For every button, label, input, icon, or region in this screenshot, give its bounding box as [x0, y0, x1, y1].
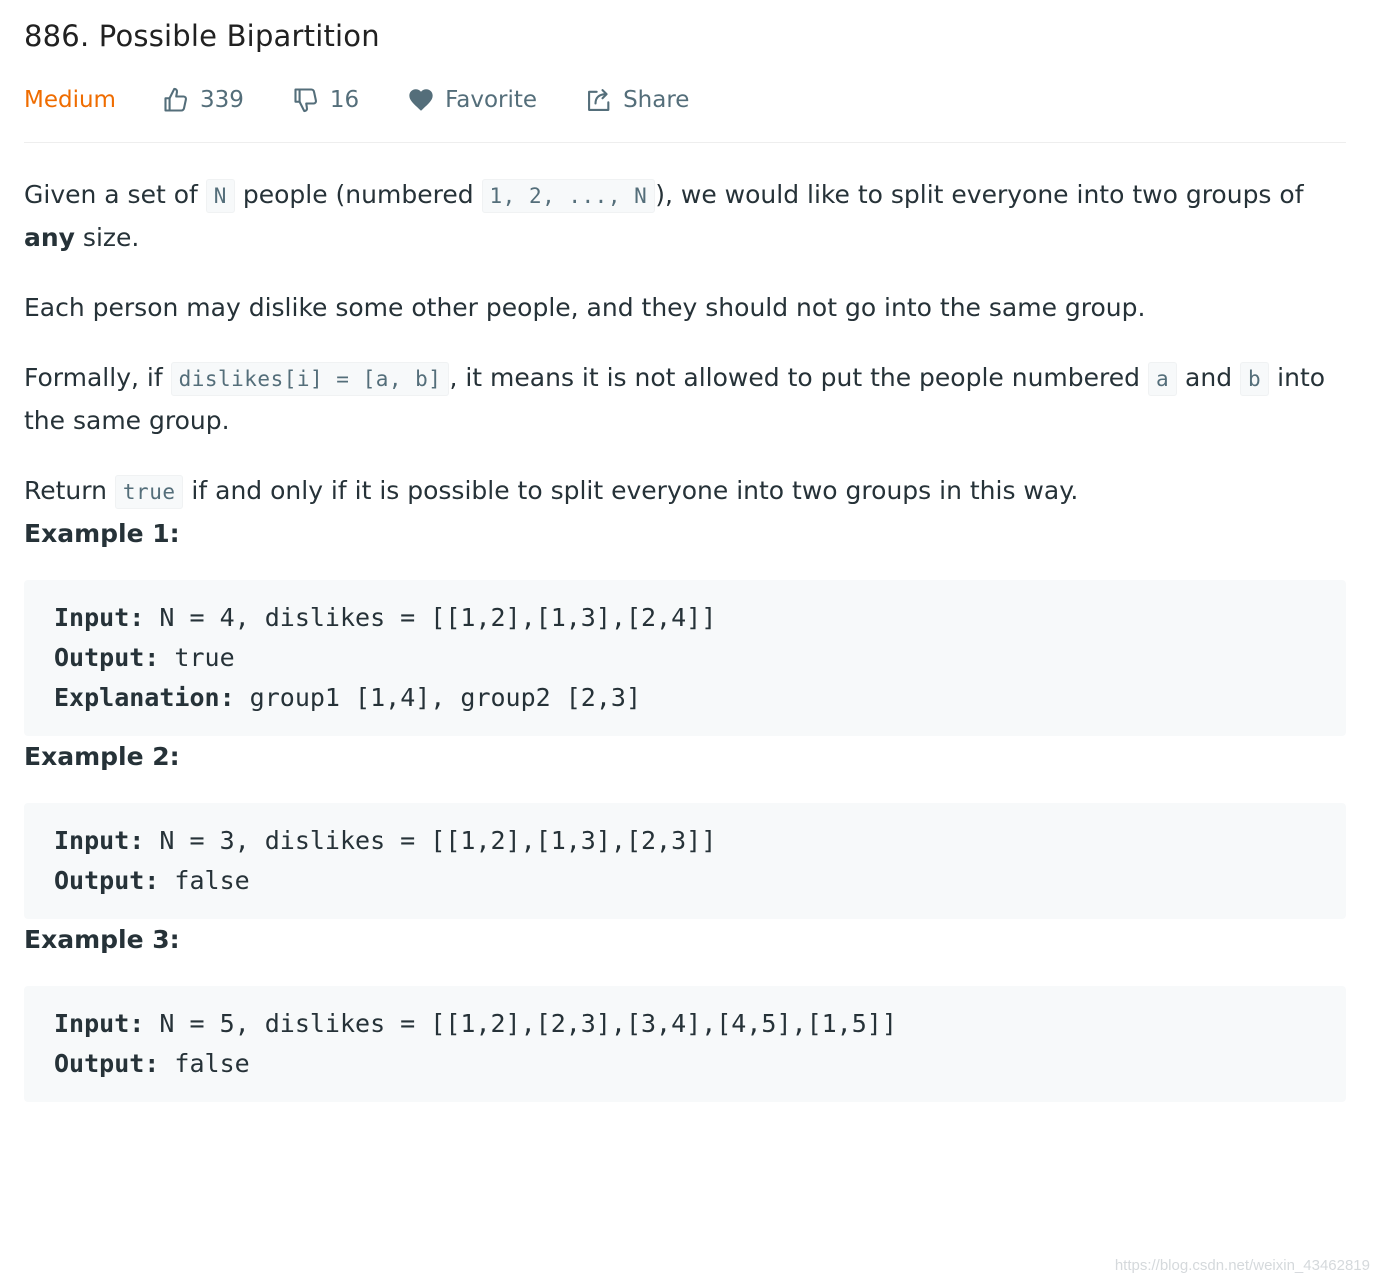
problem-description: Given a set of N people (numbered 1, 2, …	[24, 174, 1346, 1102]
inline-code: b	[1240, 362, 1270, 396]
inline-code: true	[114, 475, 184, 509]
share-icon	[588, 89, 610, 111]
example-2-code-block: Input: N = 3, dislikes = [[1,2],[1,3],[2…	[24, 803, 1346, 919]
explanation-label: Explanation:	[54, 683, 235, 712]
dislike-count: 16	[329, 87, 360, 113]
problem-meta-bar: Medium 339 16 Favorite Share	[24, 80, 1346, 143]
thumbs-up-icon	[164, 87, 187, 112]
input-label: Input:	[54, 603, 145, 632]
example-3-title: Example 3:	[24, 925, 180, 954]
inline-code: N	[205, 179, 235, 213]
input-value: N = 3, dislikes = [[1,2],[1,3],[2,3]]	[144, 826, 717, 855]
dislike-button[interactable]: 16	[292, 86, 359, 114]
input-label: Input:	[54, 1009, 145, 1038]
heart-icon	[409, 89, 433, 111]
description-paragraph-3: Formally, if dislikes[i] = [a, b], it me…	[24, 362, 1326, 435]
like-button[interactable]: 339	[162, 86, 244, 114]
inline-code: a	[1147, 362, 1178, 396]
example-2-title: Example 2:	[24, 742, 180, 771]
input-label: Input:	[54, 826, 145, 855]
bold-text: any	[24, 223, 75, 252]
output-value: false	[159, 866, 250, 895]
difficulty-badge: Medium	[24, 87, 116, 113]
problem-container: 886. Possible Bipartition Medium 339 16 …	[24, 0, 1346, 1102]
problem-title: 886. Possible Bipartition	[24, 19, 380, 53]
watermark: https://blog.csdn.net/weixin_43462819	[1114, 1257, 1370, 1274]
example-3-code-block: Input: N = 5, dislikes = [[1,2],[2,3],[3…	[24, 986, 1346, 1102]
explanation-value: group1 [1,4], group2 [2,3]	[234, 683, 642, 712]
output-label: Output:	[54, 643, 160, 672]
output-value: false	[159, 1049, 250, 1078]
output-label: Output:	[54, 1049, 160, 1078]
share-button[interactable]: Share	[585, 86, 689, 114]
description-paragraph-1: Given a set of N people (numbered 1, 2, …	[24, 179, 1304, 252]
description-paragraph-4: Return true if and only if it is possibl…	[24, 470, 1346, 513]
thumbs-down-icon	[294, 88, 317, 113]
like-count: 339	[199, 87, 244, 113]
share-label: Share	[623, 87, 690, 113]
input-value: N = 4, dislikes = [[1,2],[1,3],[2,4]]	[144, 603, 717, 632]
example-1-title: Example 1:	[24, 519, 180, 548]
favorite-label: Favorite	[445, 87, 538, 113]
example-1-code-block: Input: N = 4, dislikes = [[1,2],[1,3],[2…	[24, 580, 1346, 736]
inline-code: dislikes[i] = [a, b]	[170, 362, 450, 396]
inline-code: 1, 2, ..., N	[481, 179, 656, 213]
output-label: Output:	[54, 866, 160, 895]
output-value: true	[159, 643, 235, 672]
input-value: N = 5, dislikes = [[1,2],[2,3],[3,4],[4,…	[144, 1009, 897, 1038]
description-paragraph-2: Each person may dislike some other peopl…	[24, 293, 1146, 322]
favorite-button[interactable]: Favorite	[407, 86, 537, 114]
